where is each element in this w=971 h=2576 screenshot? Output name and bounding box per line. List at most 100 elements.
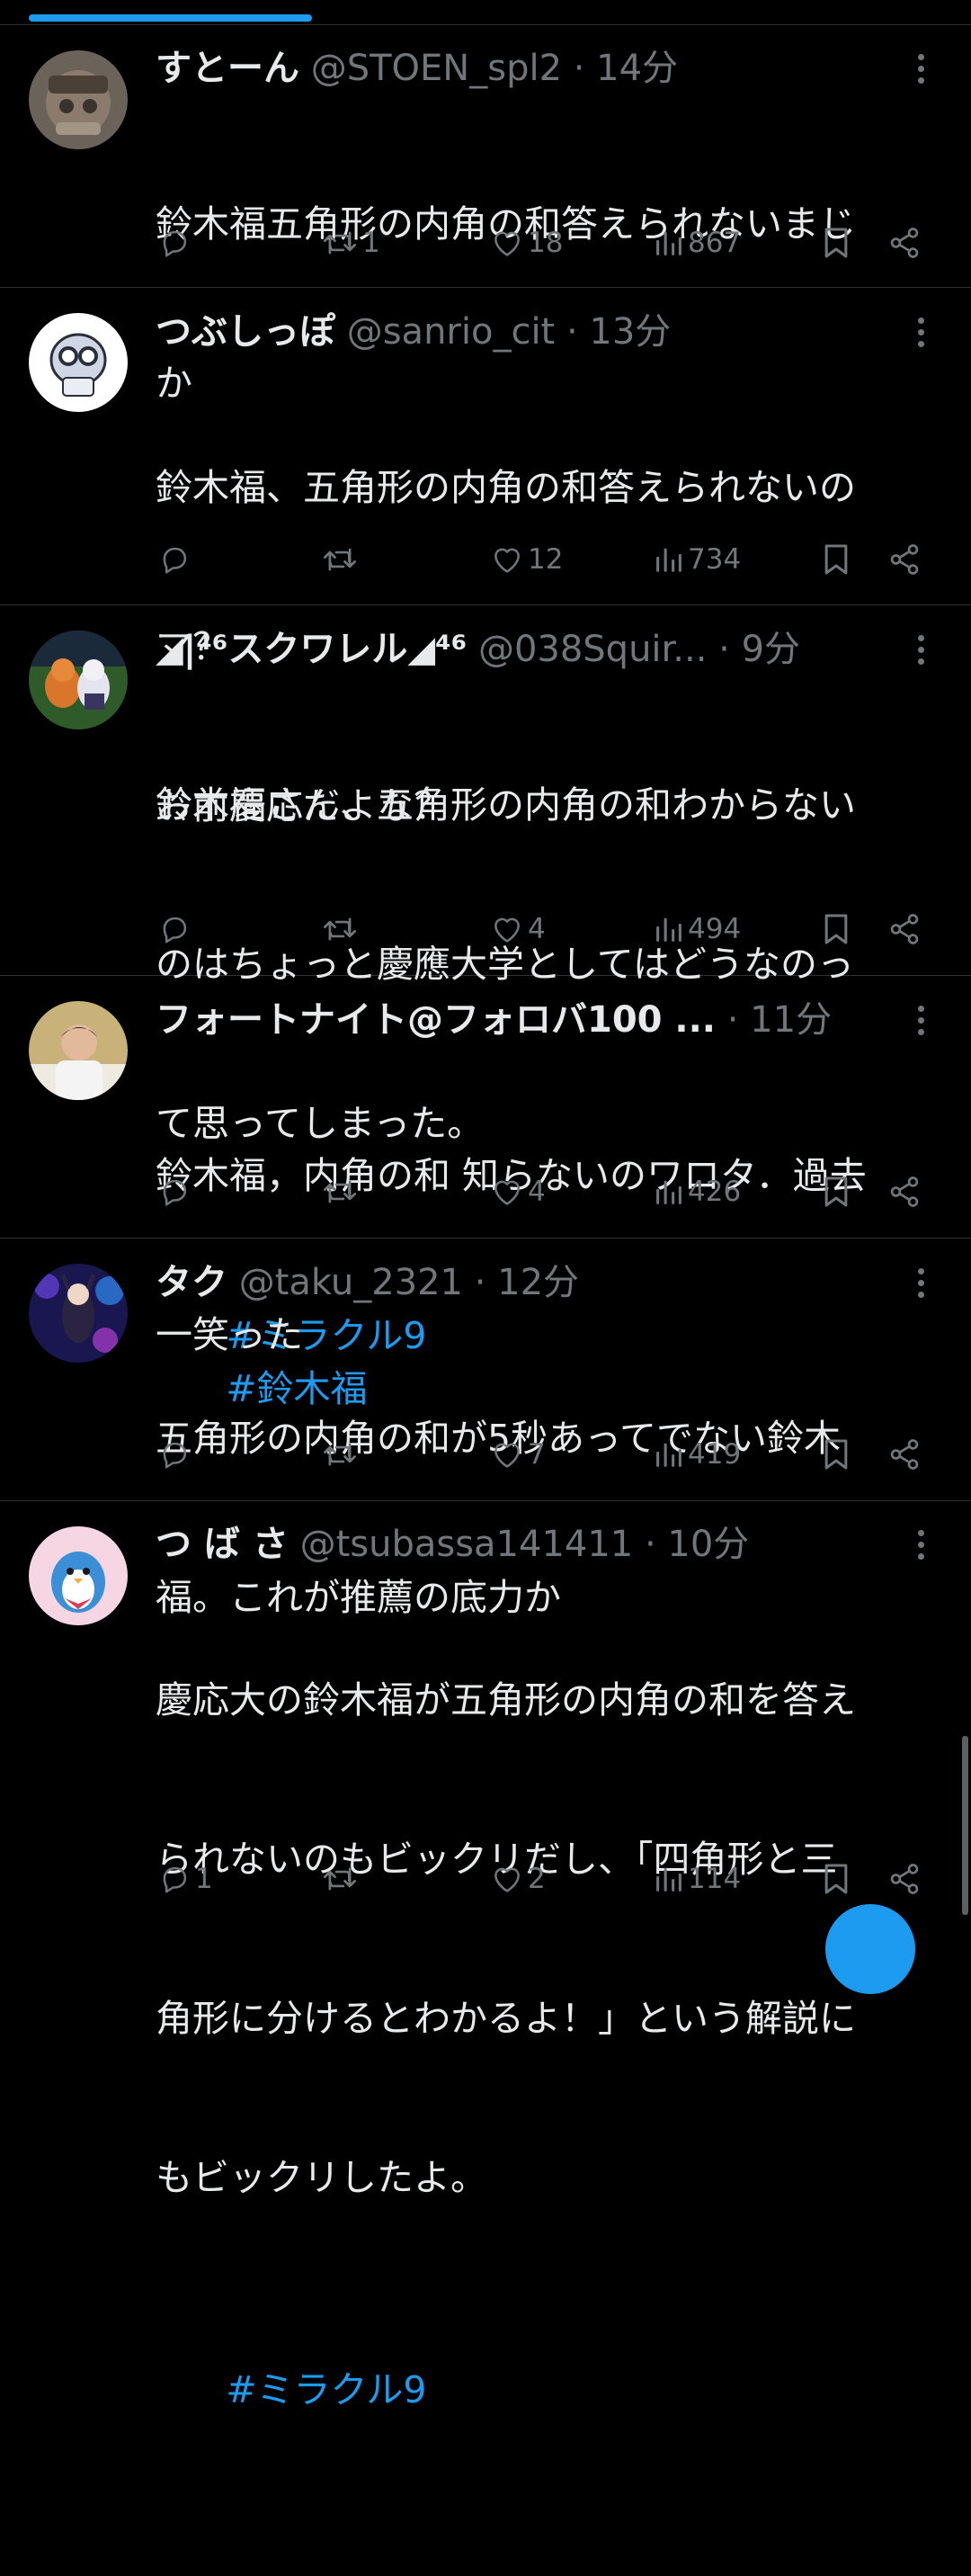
reply-button[interactable] <box>157 532 195 586</box>
like-button[interactable]: 4 <box>490 902 546 956</box>
tweet-header: ◢|⁴⁶スクワレル◢⁴⁶ @038Squir... · 9分 <box>156 623 902 675</box>
retweet-button[interactable] <box>321 1165 362 1219</box>
share-button[interactable] <box>887 1165 922 1219</box>
reply-icon <box>163 230 187 257</box>
timestamp[interactable]: 9分 <box>742 629 800 670</box>
views-button[interactable]: 734 <box>654 532 741 586</box>
tweet[interactable]: フォートナイト@フォロバ100 ... · 11分 鈴木福，内角の和 知らないの… <box>0 976 971 1356</box>
bookmark-button[interactable] <box>821 1165 851 1219</box>
views-icon <box>656 1180 681 1204</box>
retweet-button[interactable] <box>321 532 362 586</box>
reply-button[interactable] <box>157 216 195 270</box>
tweet-header: タク @taku_2321 · 12分 <box>156 1257 902 1309</box>
heart-icon <box>494 1867 520 1892</box>
action-bar: 7 419 <box>0 1427 971 1481</box>
reply-button[interactable] <box>157 1427 195 1481</box>
display-name[interactable]: ◢|⁴⁶スクワレル◢⁴⁶ <box>156 629 467 670</box>
more-options-button[interactable] <box>904 628 937 671</box>
avatar[interactable] <box>29 50 128 149</box>
timestamp[interactable]: 14分 <box>596 48 678 89</box>
heart-icon <box>494 548 520 573</box>
views-button[interactable]: 426 <box>654 1165 741 1219</box>
share-button[interactable] <box>887 902 922 956</box>
avatar[interactable] <box>29 1526 128 1625</box>
separator-dot: · <box>573 48 585 89</box>
like-button[interactable]: 4 <box>490 1165 546 1219</box>
views-button[interactable]: 867 <box>654 216 741 270</box>
retweet-button[interactable] <box>321 1852 362 1906</box>
reply-button[interactable]: 1 <box>157 1852 213 1906</box>
tweet[interactable]: つぶしっぽ @sanrio_cit · 13分 鈴木福、五角形の内角の和答えられ… <box>0 288 971 827</box>
display-name[interactable]: つぶしっぽ <box>156 311 335 353</box>
tweet[interactable]: ◢|⁴⁶スクワレル◢⁴⁶ @038Squir... · 9分 鈴木福さん、五角形… <box>0 605 971 1410</box>
avatar[interactable] <box>29 1001 128 1100</box>
display-name[interactable]: つ ば さ <box>156 1524 289 1565</box>
more-options-button[interactable] <box>904 1261 937 1304</box>
retweet-button[interactable]: 1 <box>321 216 380 270</box>
handle[interactable]: @tsubassa141411 <box>300 1524 634 1565</box>
action-bar: 4 494 <box>0 902 971 956</box>
tweet-text-line: 角形に分けるとわかるよ！」という解説に <box>156 1997 856 2040</box>
views-button[interactable]: 114 <box>654 1852 741 1906</box>
timestamp[interactable]: 13分 <box>589 311 671 353</box>
share-icon <box>890 1864 919 1894</box>
tweet[interactable]: すとーん @STOEN_spl2 · 14分 鈴木福五角形の内角の和答えられない… <box>0 25 971 405</box>
share-button[interactable] <box>887 1427 922 1481</box>
display-name[interactable]: フォートナイト@フォロバ100 ... <box>156 999 716 1041</box>
handle[interactable]: @STOEN_spl2 <box>311 48 562 89</box>
more-options-button[interactable] <box>904 998 937 1042</box>
bookmark-icon <box>824 228 848 258</box>
like-button[interactable]: 2 <box>490 1852 546 1906</box>
bookmark-button[interactable] <box>821 532 851 586</box>
like-count: 2 <box>528 1863 546 1895</box>
hashtag-link[interactable]: #ミラクル9 <box>226 2368 426 2411</box>
like-button[interactable]: 18 <box>490 216 563 270</box>
scrollbar-thumb[interactable] <box>962 1736 968 1915</box>
retweet-button[interactable] <box>321 902 362 956</box>
avatar[interactable] <box>29 1264 128 1363</box>
reply-button[interactable] <box>157 1165 195 1219</box>
timestamp[interactable]: 12分 <box>497 1262 579 1303</box>
views-icon <box>656 917 681 942</box>
retweet-icon <box>324 1180 356 1203</box>
share-button[interactable] <box>887 1852 922 1906</box>
display-name[interactable]: タク <box>156 1262 227 1303</box>
tweet[interactable]: つ ば さ @tsubassa141411 · 10分 慶応大の鈴木福が五角形の… <box>0 1501 971 2411</box>
bookmark-button[interactable] <box>821 1852 851 1906</box>
bookmark-icon <box>824 544 848 575</box>
tweet[interactable]: タク @taku_2321 · 12分 五角形の内角の和が5秒あってでない鈴木 … <box>0 1239 971 1619</box>
more-options-button[interactable] <box>904 1523 937 1566</box>
timestamp[interactable]: 10分 <box>667 1524 749 1565</box>
share-icon <box>890 544 919 575</box>
reply-count: 1 <box>195 1863 213 1895</box>
more-options-button[interactable] <box>904 47 937 90</box>
share-button[interactable] <box>887 216 922 270</box>
bookmark-button[interactable] <box>821 216 851 270</box>
bookmark-button[interactable] <box>821 902 851 956</box>
view-count: 734 <box>688 543 742 576</box>
views-button[interactable]: 494 <box>654 902 741 956</box>
share-button[interactable] <box>887 532 922 586</box>
bookmark-icon <box>824 1864 848 1894</box>
like-button[interactable]: 7 <box>490 1427 546 1481</box>
avatar[interactable] <box>29 313 128 412</box>
handle[interactable]: @sanrio_cit <box>347 311 556 353</box>
display-name[interactable]: すとーん <box>156 48 299 89</box>
view-count: 867 <box>688 227 742 259</box>
more-options-button[interactable] <box>904 310 937 353</box>
reply-button[interactable] <box>157 902 195 956</box>
avatar[interactable] <box>29 631 128 729</box>
tweet-text-line: 鈴木福、五角形の内角の和答えられないの <box>156 466 856 509</box>
handle[interactable]: @taku_2321 <box>239 1262 463 1303</box>
handle[interactable]: @038Squir... <box>478 629 708 670</box>
bookmark-button[interactable] <box>821 1427 851 1481</box>
timestamp[interactable]: 11分 <box>750 999 832 1041</box>
views-button[interactable]: 419 <box>654 1427 741 1481</box>
like-count: 18 <box>528 227 564 259</box>
compose-button[interactable] <box>825 1904 915 1994</box>
tweet-text-line: 鈴木福さん、五角形の内角の和わからない <box>156 783 856 827</box>
retweet-icon <box>324 1867 356 1891</box>
like-count: 7 <box>528 1438 546 1471</box>
like-button[interactable]: 12 <box>490 532 563 586</box>
retweet-button[interactable] <box>321 1427 362 1481</box>
